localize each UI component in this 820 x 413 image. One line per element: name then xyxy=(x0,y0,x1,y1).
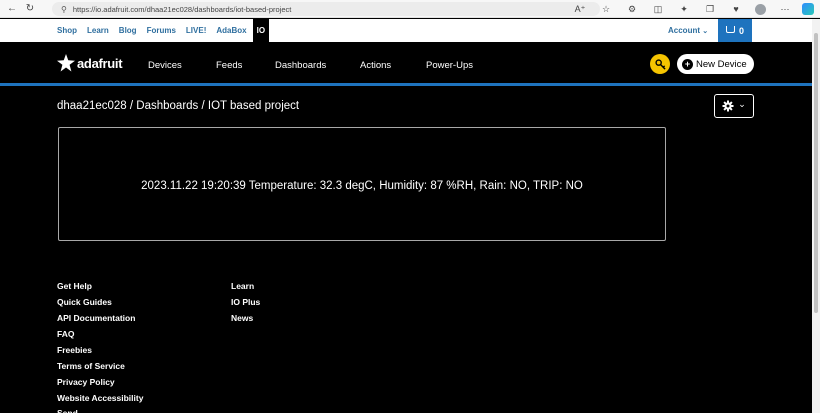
nav-actions[interactable]: Actions xyxy=(360,42,391,86)
cart-icon xyxy=(725,26,735,33)
top-nav: Shop Learn Blog Forums LIVE! AdaBox IO A… xyxy=(0,19,812,42)
main-nav: adafruit Devices Feeds Dashboards Action… xyxy=(0,42,812,86)
gear-icon xyxy=(722,100,734,112)
copilot-icon[interactable] xyxy=(802,3,814,15)
browser-essentials-icon[interactable]: ♥ xyxy=(728,1,744,17)
top-link-forums[interactable]: Forums xyxy=(147,26,176,35)
top-link-live[interactable]: LIVE! xyxy=(186,26,206,35)
new-device-label: New Device xyxy=(696,58,747,70)
top-link-shop[interactable]: Shop xyxy=(57,26,77,35)
footer-link-accessibility[interactable]: Website Accessibility xyxy=(57,392,143,408)
read-aloud-icon[interactable]: A⁺ xyxy=(572,1,588,17)
plus-icon: + xyxy=(682,58,693,70)
lock-icon: ⚲ xyxy=(61,4,67,14)
favorites-bar-icon[interactable]: ✦ xyxy=(676,1,692,17)
cart-button[interactable]: 0 xyxy=(718,19,752,42)
footer-link-terms[interactable]: Terms of Service xyxy=(57,360,143,376)
extensions-icon[interactable]: ⚙ xyxy=(624,1,640,17)
footer-link-privacy[interactable]: Privacy Policy xyxy=(57,376,143,392)
breadcrumb: dhaa21ec028 / Dashboards / IOT based pro… xyxy=(57,100,300,112)
footer-link-learn[interactable]: Learn xyxy=(231,280,260,296)
top-link-io[interactable]: IO xyxy=(252,19,270,42)
dashboard-text-block[interactable]: 2023.11.22 19:20:39 Temperature: 32.3 de… xyxy=(58,127,666,241)
top-link-learn[interactable]: Learn xyxy=(87,26,109,35)
nav-power-ups[interactable]: Power-Ups xyxy=(426,42,473,86)
nav-dashboards[interactable]: Dashboards xyxy=(275,42,326,86)
nav-feeds[interactable]: Feeds xyxy=(216,42,242,86)
scroll-thumb[interactable] xyxy=(814,33,818,313)
account-label: Account xyxy=(668,26,700,35)
api-key-button[interactable] xyxy=(650,54,670,74)
nav-devices[interactable]: Devices xyxy=(148,42,182,86)
dashboard-settings-button[interactable]: ⌄ xyxy=(714,94,754,118)
refresh-icon[interactable]: ↻ xyxy=(24,3,36,15)
footer-link-quick-guides[interactable]: Quick Guides xyxy=(57,296,143,312)
address-bar[interactable]: ⚲ https://io.adafruit.com/dhaa21ec028/da… xyxy=(52,2,600,16)
key-icon xyxy=(654,58,666,70)
footer-link-io-plus[interactable]: IO Plus xyxy=(231,296,260,312)
adafruit-logo[interactable]: adafruit xyxy=(57,53,123,73)
account-menu[interactable]: Account ⌄ xyxy=(668,19,708,42)
cart-count: 0 xyxy=(738,25,744,36)
footer-link-api-documentation[interactable]: API Documentation xyxy=(57,312,143,328)
split-screen-icon[interactable]: ◫ xyxy=(650,1,666,17)
more-icon[interactable]: ⋯ xyxy=(777,1,793,17)
browser-actions: A⁺ ☆ ⚙ ◫ ✦ ❐ ♥ ⋯ xyxy=(567,1,820,17)
url-text: https://io.adafruit.com/dhaa21ec028/dash… xyxy=(72,4,292,14)
chevron-down-icon: ⌄ xyxy=(702,28,709,35)
footer-column-1: Get Help Quick Guides API Documentation … xyxy=(57,280,143,408)
block-text: 2023.11.22 19:20:39 Temperature: 32.3 de… xyxy=(141,180,583,192)
browser-toolbar: ← ↻ ⚲ https://io.adafruit.com/dhaa21ec02… xyxy=(0,0,820,18)
collections-icon[interactable]: ❐ xyxy=(702,1,718,17)
top-link-blog[interactable]: Blog xyxy=(119,26,137,35)
top-links: Shop Learn Blog Forums LIVE! AdaBox IO xyxy=(57,19,279,42)
footer-link-send-feedback[interactable]: Send Feedback xyxy=(57,407,117,413)
favorite-icon[interactable]: ☆ xyxy=(598,1,614,17)
footer-column-2: Learn IO Plus News xyxy=(231,280,260,328)
footer-link-get-help[interactable]: Get Help xyxy=(57,280,143,296)
footer-link-faq[interactable]: FAQ xyxy=(57,328,143,344)
top-link-adabox[interactable]: AdaBox xyxy=(216,26,246,35)
new-device-button[interactable]: + New Device xyxy=(677,54,754,74)
profile-icon[interactable] xyxy=(755,3,766,15)
footer-link-freebies[interactable]: Freebies xyxy=(57,344,143,360)
chevron-down-icon: ⌄ xyxy=(738,98,746,109)
adafruit-star-icon xyxy=(57,54,75,72)
logo-text: adafruit xyxy=(77,55,123,71)
page-scrollbar[interactable] xyxy=(812,19,820,413)
footer-link-news[interactable]: News xyxy=(231,312,260,328)
back-icon[interactable]: ← xyxy=(6,3,18,15)
